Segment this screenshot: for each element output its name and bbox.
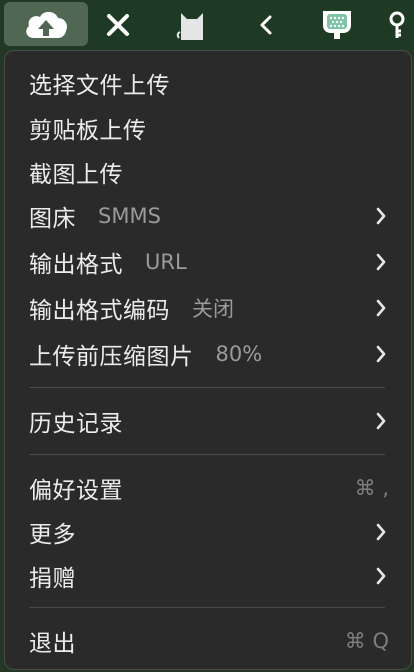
menu-item-label: 剪贴板上传 xyxy=(29,118,147,144)
menu-item-label: 输出格式 xyxy=(29,252,123,278)
menu-item-label: 偏好设置 xyxy=(29,478,123,504)
keyboard-shortcut: ⌘ Q xyxy=(344,629,389,653)
menu-item-value: SMMS xyxy=(98,204,161,228)
menu-item-history[interactable]: 历史记录 xyxy=(29,401,389,441)
menu-separator xyxy=(29,387,385,388)
menu-item-output-encoding[interactable]: 输出格式编码 关闭 xyxy=(29,288,389,328)
chevron-right-icon xyxy=(373,242,389,282)
disc-icon[interactable] xyxy=(316,0,358,50)
dropdown-menu: 选择文件上传 剪贴板上传 截图上传 图床 SMMS 输出格式 URL 输出格式编… xyxy=(4,50,412,670)
menu-item-output-format[interactable]: 输出格式 URL xyxy=(29,242,389,282)
menu-item-label: 图床 xyxy=(29,206,76,232)
x-icon[interactable] xyxy=(96,0,140,50)
menu-item-value: URL xyxy=(145,250,187,274)
menu-item-quit[interactable]: 退出 ⌘ Q xyxy=(29,621,389,661)
menu-item-more[interactable]: 更多 xyxy=(29,512,389,552)
menu-item-clipboard-upload[interactable]: 剪贴板上传 xyxy=(29,108,389,148)
menubar xyxy=(0,0,414,50)
menu-item-screenshot-upload[interactable]: 截图上传 xyxy=(29,152,389,192)
menu-item-label: 更多 xyxy=(29,522,76,548)
menu-item-select-file-upload[interactable]: 选择文件上传 xyxy=(29,63,389,103)
menu-item-label: 捐赠 xyxy=(29,566,76,592)
menu-item-value: 关闭 xyxy=(192,297,234,321)
chevron-right-icon xyxy=(373,512,389,552)
menu-item-label: 历史记录 xyxy=(29,411,123,437)
cloud-upload-icon[interactable] xyxy=(4,2,88,46)
chevron-right-icon xyxy=(373,334,389,374)
menu-item-label: 截图上传 xyxy=(29,162,123,188)
menu-item-preferences[interactable]: 偏好设置 ⌘ , xyxy=(29,468,389,508)
menu-item-label: 退出 xyxy=(29,631,76,657)
keyboard-shortcut: ⌘ , xyxy=(354,476,389,500)
chevron-right-icon xyxy=(373,288,389,328)
chevron-right-icon xyxy=(373,556,389,596)
key-icon[interactable] xyxy=(384,0,414,50)
menu-separator xyxy=(29,607,385,608)
menu-separator xyxy=(29,454,385,455)
cat-icon[interactable] xyxy=(170,0,214,50)
menu-item-label: 选择文件上传 xyxy=(29,73,170,99)
menu-item-value: 80% xyxy=(215,342,263,366)
chevron-right-icon xyxy=(373,196,389,236)
menu-item-label: 上传前压缩图片 xyxy=(29,344,194,370)
menu-item-compress-before-upload[interactable]: 上传前压缩图片 80% xyxy=(29,334,389,374)
menu-item-image-host[interactable]: 图床 SMMS xyxy=(29,196,389,236)
menu-item-label: 输出格式编码 xyxy=(29,298,170,324)
chevron-left-icon[interactable] xyxy=(246,0,286,50)
chevron-right-icon xyxy=(373,401,389,441)
menu-item-donate[interactable]: 捐赠 xyxy=(29,556,389,596)
